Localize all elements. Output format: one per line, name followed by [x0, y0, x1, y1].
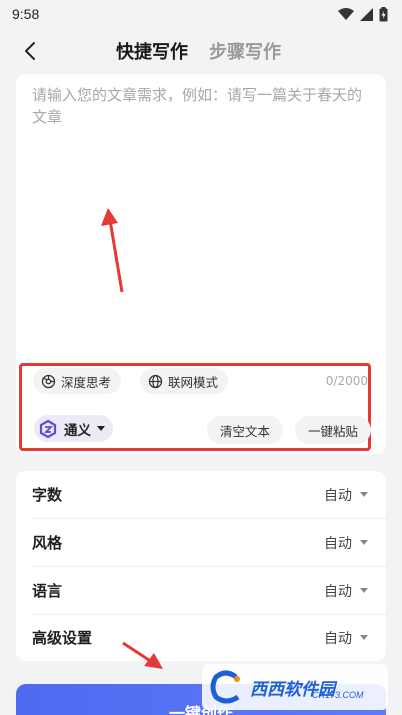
caret-down-icon [360, 492, 368, 497]
web-mode-toggle[interactable]: 联网模式 [140, 368, 229, 394]
setting-value-text: 自动 [324, 487, 352, 504]
setting-language[interactable]: 语言 自动 [16, 567, 386, 614]
chevron-left-icon [25, 42, 35, 60]
wifi-icon [338, 8, 354, 20]
setting-value-text: 自动 [324, 630, 352, 647]
setting-value-text: 自动 [324, 583, 352, 600]
nav-bar: 快捷写作 步骤写作 [0, 32, 402, 70]
status-icons [338, 6, 388, 22]
setting-label: 风格 [32, 534, 63, 552]
model-label: 通义 [64, 422, 91, 439]
deep-think-toggle[interactable]: 深度思考 [33, 368, 122, 394]
tab-quick-writing[interactable]: 快捷写作 [116, 38, 188, 64]
back-button[interactable] [18, 38, 42, 64]
setting-label: 字数 [32, 486, 63, 504]
battery-icon [379, 6, 388, 21]
watermark-logo: 西西软件园 CR173.COM [202, 664, 388, 710]
tongyi-logo-icon [38, 419, 58, 439]
status-time: 9:58 [12, 6, 40, 22]
caret-down-icon [360, 588, 368, 593]
web-mode-label: 联网模式 [168, 374, 219, 390]
caret-down-icon [360, 635, 368, 640]
setting-value: 自动 [324, 485, 368, 505]
setting-value: 自动 [324, 581, 368, 601]
char-count: 0/2000 [325, 374, 368, 388]
status-bar: 9:58 [0, 0, 402, 28]
paste-button[interactable]: 一键粘贴 [295, 416, 371, 444]
annotation-arrow-icon [101, 208, 124, 293]
setting-value-text: 自动 [324, 535, 352, 552]
cr-logo-icon [210, 670, 240, 704]
caret-down-icon [97, 426, 105, 431]
tab-step-writing[interactable]: 步骤写作 [209, 38, 281, 64]
setting-advanced[interactable]: 高级设置 自动 [16, 614, 386, 661]
setting-style[interactable]: 风格 自动 [16, 519, 386, 566]
deep-think-label: 深度思考 [61, 374, 112, 390]
signal-icon [360, 7, 373, 21]
brain-icon [41, 374, 56, 388]
setting-label: 语言 [32, 582, 63, 600]
clear-text-button[interactable]: 清空文本 [207, 416, 283, 444]
model-select[interactable]: 通义 [34, 415, 113, 442]
watermark-site: CR173.COM [312, 690, 364, 700]
article-request-input[interactable]: 请输入您的文章需求，例如：请写一篇关于春天的文章 [32, 84, 372, 128]
annotation-arrow-icon [122, 641, 163, 669]
setting-word-count[interactable]: 字数 自动 [16, 471, 386, 518]
caret-down-icon [360, 540, 368, 545]
setting-label: 高级设置 [32, 629, 93, 647]
settings-card: 字数 自动 风格 自动 语言 自动 高级设置 自动 [16, 471, 386, 661]
globe-icon [148, 374, 163, 388]
setting-value: 自动 [324, 533, 368, 553]
editor-toolbar: 深度思考 联网模式 0/2000 通义 清空文本 一键粘贴 [19, 363, 371, 451]
setting-value: 自动 [324, 628, 368, 648]
